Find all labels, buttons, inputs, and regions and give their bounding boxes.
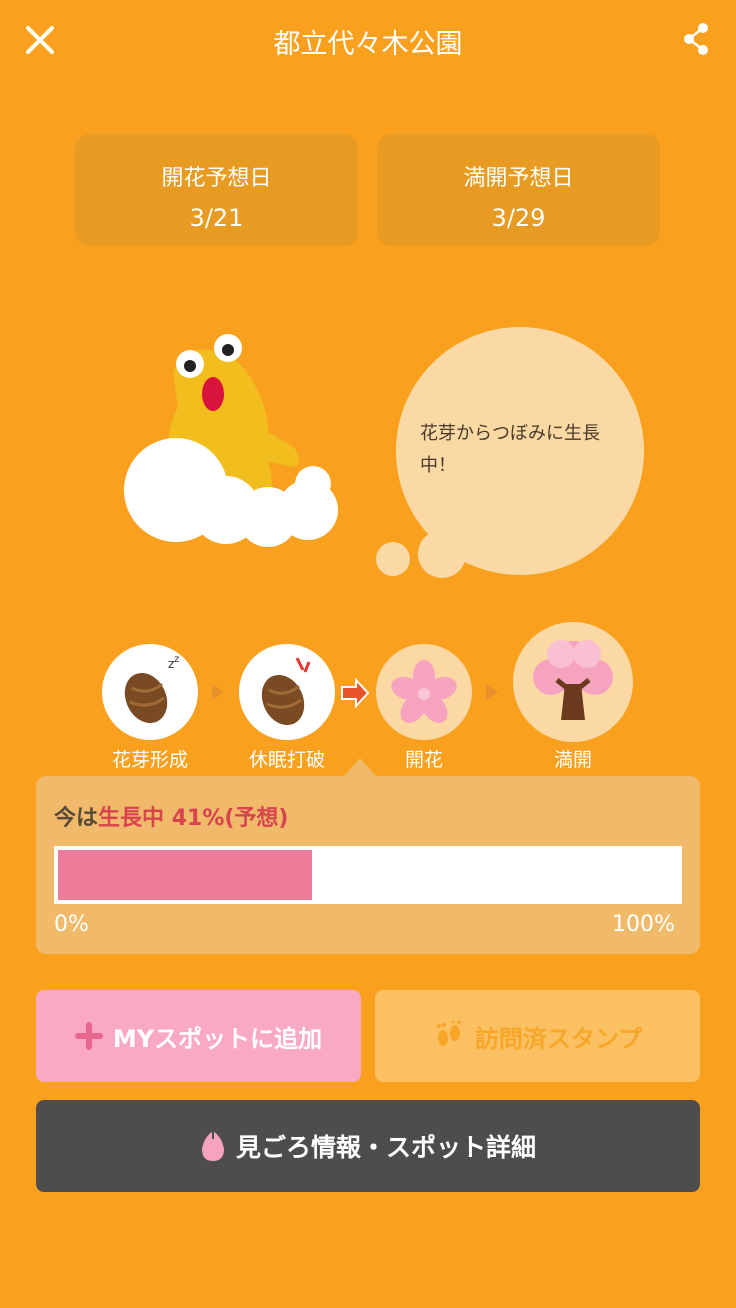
stage-label-bud-formation: 花芽形成 — [111, 749, 188, 771]
bloom-forecast-card: 開花予想日 3/21 — [75, 134, 358, 246]
visit-stamp-button[interactable]: 訪問済スタンプ — [375, 990, 700, 1082]
bud-sleeping-icon: z z — [124, 654, 179, 724]
plus-icon — [74, 1022, 103, 1050]
full-bloom-forecast-date: 3/29 — [491, 204, 546, 232]
arrow-right-icon — [212, 684, 224, 700]
progress-bar-fill — [58, 850, 312, 900]
progress-max-label: 100% — [612, 912, 675, 937]
full-bloom-forecast-label: 満開予想日 — [463, 166, 574, 191]
bubble-tail-small — [376, 542, 410, 576]
arrow-right-icon — [486, 684, 498, 700]
tree-icon — [533, 640, 613, 720]
arrow-right-icon — [341, 677, 370, 709]
progress-pointer — [344, 758, 376, 776]
add-my-spot-label: MYスポットに追加 — [112, 1024, 323, 1053]
stage-bloom — [376, 644, 472, 740]
progress-status: 今は生長中 41%(予想) — [54, 806, 289, 831]
add-my-spot-button[interactable]: MYスポットに追加 — [36, 990, 361, 1082]
stage-label-dormancy-break: 休眠打破 — [248, 749, 325, 771]
progress-bar — [54, 846, 682, 904]
flower-icon — [391, 660, 457, 724]
page-title: 都立代々木公園 — [273, 29, 463, 60]
bubble-tail-large — [418, 530, 466, 578]
stage-bud-formation: z z — [102, 644, 198, 740]
bloom-forecast-date: 3/21 — [189, 204, 244, 232]
bud-awake-icon — [261, 657, 311, 726]
stage-dormancy-break — [239, 644, 335, 740]
stage-full-bloom — [513, 622, 633, 742]
mascot-icon — [124, 334, 338, 547]
progress-min-label: 0% — [54, 912, 89, 937]
svg-text:z: z — [174, 654, 179, 665]
petal-icon — [201, 1131, 224, 1161]
share-icon[interactable] — [682, 22, 710, 56]
spot-details-label: 見ごろ情報・スポット詳細 — [235, 1133, 536, 1162]
footprints-icon — [436, 1021, 461, 1046]
stage-label-full-bloom: 満開 — [553, 749, 592, 771]
spot-details-button[interactable]: 見ごろ情報・スポット詳細 — [36, 1100, 700, 1192]
bloom-forecast-label: 開花予想日 — [161, 166, 272, 191]
speech-bubble-text: 花芽からつぼみに生長 中！ — [420, 423, 600, 476]
full-bloom-forecast-card: 満開予想日 3/29 — [377, 134, 660, 246]
visit-stamp-label: 訪問済スタンプ — [474, 1024, 643, 1053]
